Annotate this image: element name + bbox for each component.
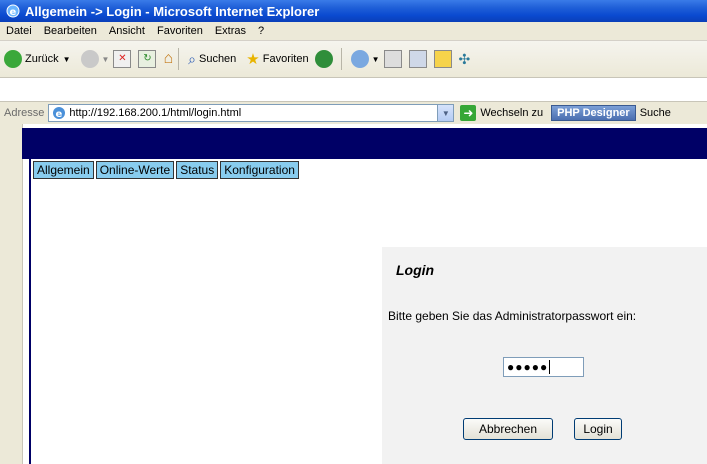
php-designer-button[interactable]: PHP Designer	[551, 105, 636, 121]
home-button[interactable]: ⌂	[163, 50, 173, 68]
tab-allgemein[interactable]: Allgemein	[33, 161, 94, 179]
notes-icon	[433, 50, 452, 68]
search-icon: ⌕	[188, 50, 196, 67]
stop-button[interactable]: ✕	[113, 50, 134, 68]
internet-explorer-icon: e	[6, 4, 20, 18]
forward-dropdown-icon[interactable]: ▼	[102, 55, 110, 64]
go-button[interactable]: ➜ Wechseln zu	[460, 105, 543, 121]
search-button[interactable]: ⌕ Suchen	[188, 51, 236, 68]
login-prompt: Bitte geben Sie das Administratorpasswor…	[388, 309, 637, 323]
address-bar: Adresse e http://192.168.200.1/html/logi…	[0, 101, 707, 124]
svg-text:e: e	[10, 7, 17, 18]
header-bar	[22, 128, 707, 159]
page-content: Allgemein Online-Werte Status Konfigurat…	[0, 124, 707, 464]
tab-status[interactable]: Status	[176, 161, 219, 179]
tab-konfiguration[interactable]: Konfiguration	[220, 161, 299, 179]
login-panel: Login Bitte geben Sie das Administratorp…	[382, 247, 707, 464]
back-dropdown-icon[interactable]: ▼	[63, 55, 71, 64]
login-heading: Login	[396, 262, 435, 278]
history-button[interactable]	[314, 50, 336, 68]
edit-button[interactable]	[408, 50, 430, 68]
notes-button[interactable]	[433, 50, 455, 68]
back-arrow-icon	[4, 50, 22, 68]
menu-ansicht[interactable]: Ansicht	[103, 25, 151, 37]
nav-tabs: Allgemein Online-Werte Status Konfigurat…	[33, 161, 301, 179]
window-title: Allgemein -> Login - Microsoft Internet …	[25, 3, 320, 19]
history-icon	[314, 50, 333, 68]
menu-datei[interactable]: Datei	[0, 25, 38, 37]
menu-help[interactable]: ?	[252, 25, 270, 37]
forward-button[interactable]: ▼	[75, 50, 110, 68]
refresh-button[interactable]: ↻	[138, 50, 159, 68]
password-value: ●●●●●	[507, 360, 549, 374]
toolbar: Zurück ▼ ▼ ✕ ↻ ⌂ ⌕ Suchen ★ Favoriten ▼ …	[0, 41, 707, 78]
page-icon: e	[52, 106, 66, 120]
cancel-button[interactable]: Abbrechen	[463, 418, 553, 440]
svg-text:e: e	[56, 109, 63, 120]
refresh-icon: ↻	[138, 50, 157, 68]
go-label: Wechseln zu	[480, 107, 544, 119]
window-left-edge	[0, 124, 23, 464]
toolbar-separator	[340, 48, 342, 70]
messenger-icon: ✣	[458, 50, 471, 67]
menu-extras[interactable]: Extras	[209, 25, 252, 37]
messenger-button[interactable]: ✣	[459, 51, 471, 68]
mail-dropdown-icon[interactable]: ▼	[372, 55, 380, 64]
favorites-label: Favoriten	[262, 53, 309, 65]
favorites-button[interactable]: ★ Favoriten	[246, 50, 308, 68]
stop-icon: ✕	[113, 50, 132, 68]
print-icon	[383, 50, 402, 68]
forward-arrow-icon	[80, 50, 99, 68]
back-button[interactable]: Zurück ▼	[4, 50, 71, 68]
edit-icon	[408, 50, 427, 68]
tab-online-werte[interactable]: Online-Werte	[95, 161, 175, 179]
search-label: Suchen	[198, 53, 237, 65]
address-label: Adresse	[4, 107, 45, 119]
toolbar-separator	[178, 48, 180, 70]
address-url: http://192.168.200.1/html/login.html	[69, 107, 242, 119]
nav-left-border	[29, 159, 31, 464]
toolbar-search-label[interactable]: Suche	[640, 107, 671, 119]
text-caret	[549, 360, 551, 374]
mail-button[interactable]: ▼	[350, 50, 380, 68]
back-label: Zurück	[25, 53, 59, 65]
star-icon: ★	[246, 51, 260, 68]
home-icon: ⌂	[163, 50, 174, 67]
title-bar: e Allgemein -> Login - Microsoft Interne…	[0, 0, 707, 22]
menu-favoriten[interactable]: Favoriten	[151, 25, 209, 37]
print-button[interactable]	[383, 50, 405, 68]
menu-bearbeiten[interactable]: Bearbeiten	[38, 25, 103, 37]
password-input[interactable]: ●●●●●	[503, 357, 584, 377]
login-button[interactable]: Login	[574, 418, 622, 440]
menu-bar: Datei Bearbeiten Ansicht Favoriten Extra…	[0, 22, 707, 41]
go-arrow-icon: ➜	[460, 105, 477, 121]
address-input[interactable]: e http://192.168.200.1/html/login.html ▼	[48, 104, 455, 122]
address-dropdown-icon[interactable]: ▼	[437, 105, 454, 121]
mail-icon	[350, 50, 369, 68]
